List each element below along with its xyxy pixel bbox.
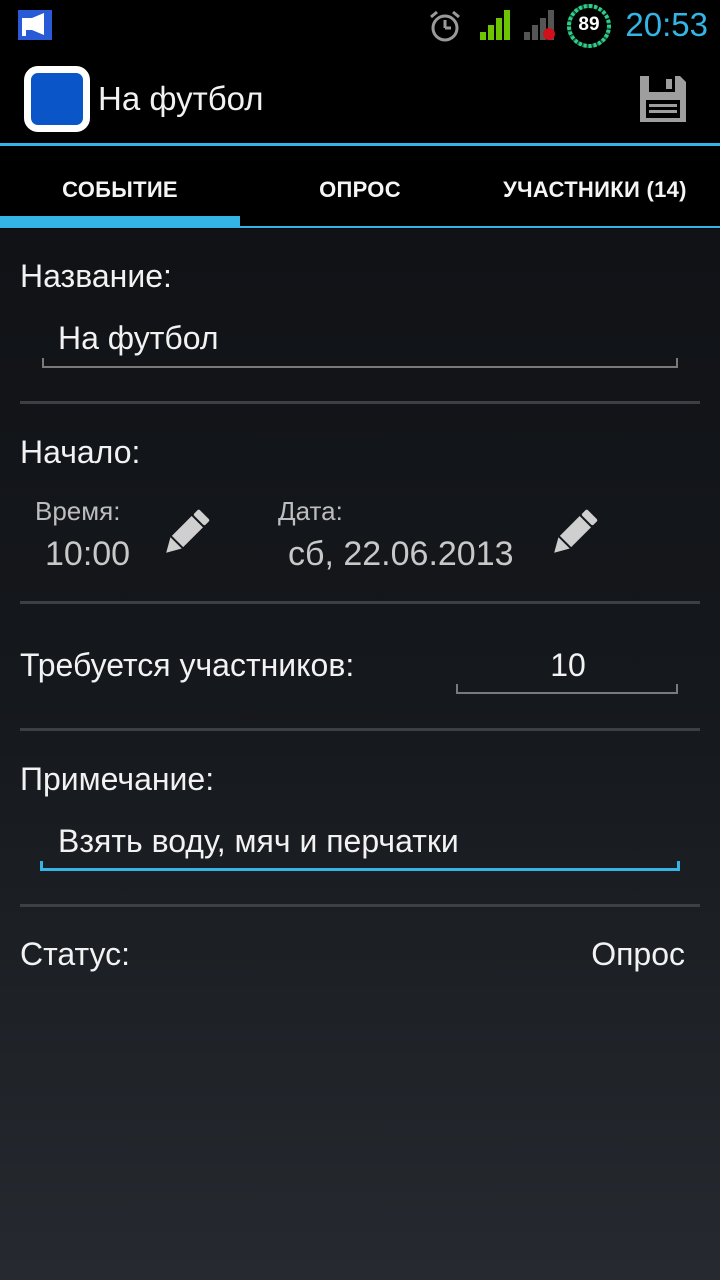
name-label: Название: — [20, 258, 172, 294]
required-participants-label: Требуется участников: — [20, 647, 355, 683]
name-input-underline — [42, 358, 678, 368]
status-value: Опрос — [591, 936, 685, 972]
page-title: На футбол — [98, 80, 264, 117]
status-bar: 89 20:53 — [0, 0, 720, 50]
divider — [20, 728, 700, 731]
note-label: Примечание: — [20, 761, 215, 797]
note-input-underline — [40, 861, 680, 871]
time-label: Время: — [35, 496, 121, 526]
divider — [20, 401, 700, 404]
save-icon[interactable] — [636, 72, 690, 126]
note-input[interactable]: Взять воду, мяч и перчатки — [58, 823, 459, 860]
notification-icon — [18, 10, 52, 40]
status-label: Статус: — [20, 936, 131, 972]
required-participants-input[interactable]: 10 — [458, 647, 678, 684]
clock: 20:53 — [625, 6, 708, 43]
tab-poll[interactable]: ОПРОС — [240, 146, 480, 228]
tab-participants[interactable]: УЧАСТНИКИ (14) — [470, 146, 720, 228]
date-value: сб, 22.06.2013 — [288, 535, 514, 573]
alarm-icon — [430, 10, 460, 42]
app-icon[interactable] — [24, 66, 90, 132]
signal-no-sim-icon — [524, 10, 555, 40]
signal-icon — [480, 10, 510, 40]
divider — [20, 601, 700, 604]
battery-level: 89 — [578, 14, 600, 35]
divider — [20, 904, 700, 907]
edit-time-pencil-icon[interactable] — [158, 505, 214, 561]
date-label: Дата: — [278, 496, 343, 526]
start-label: Начало: — [20, 434, 141, 470]
name-input[interactable]: На футбол — [58, 320, 219, 357]
tab-selected-indicator — [0, 216, 240, 226]
action-bar: На футбол — [0, 50, 720, 144]
time-value: 10:00 — [45, 535, 131, 573]
tab-bar-underline — [0, 226, 720, 228]
required-participants-underline — [456, 684, 678, 694]
edit-date-pencil-icon[interactable] — [546, 505, 602, 561]
